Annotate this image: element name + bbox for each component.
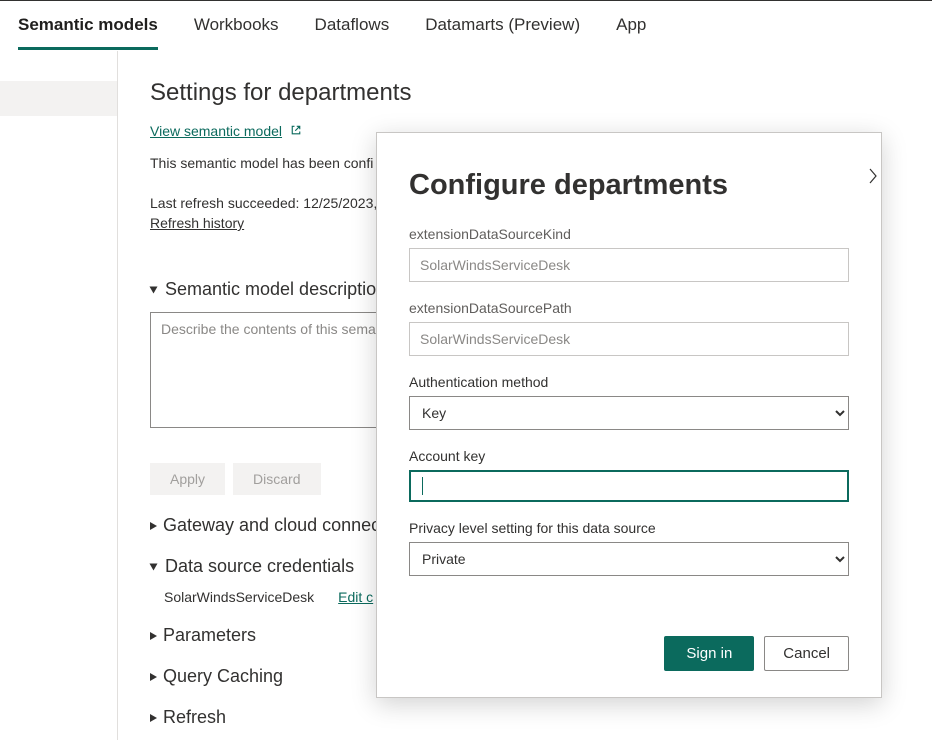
edit-credentials-link[interactable]: Edit c [338, 589, 373, 605]
refresh-history-link[interactable]: Refresh history [150, 215, 244, 231]
apply-button[interactable]: Apply [150, 463, 225, 495]
section-refresh-header[interactable]: Refresh [150, 707, 932, 728]
text-cursor [422, 477, 423, 495]
tab-dataflows[interactable]: Dataflows [315, 15, 390, 50]
ext-path-input[interactable] [409, 322, 849, 356]
section-credentials-label: Data source credentials [165, 556, 354, 577]
section-query-caching-label: Query Caching [163, 666, 283, 687]
chevron-down-icon [150, 286, 158, 293]
tab-semantic-models[interactable]: Semantic models [18, 15, 158, 50]
chevron-right-icon [150, 522, 157, 530]
privacy-level-select[interactable]: Private [409, 542, 849, 576]
tab-app[interactable]: App [616, 15, 646, 50]
privacy-level-label: Privacy level setting for this data sour… [409, 520, 849, 536]
chevron-right-icon [150, 632, 157, 640]
dialog-title: Configure departments [409, 169, 849, 202]
section-gateway-label: Gateway and cloud connec [163, 515, 380, 536]
workspace-tabs: Semantic models Workbooks Dataflows Data… [0, 1, 932, 51]
account-key-label: Account key [409, 448, 849, 464]
page-title: Settings for departments [150, 79, 932, 107]
section-description-label: Semantic model descriptio [165, 279, 376, 300]
chevron-right-icon [150, 673, 157, 681]
account-key-input[interactable] [409, 470, 849, 502]
close-icon[interactable] [861, 165, 885, 191]
view-semantic-model-link[interactable]: View semantic model [150, 123, 282, 139]
configure-credentials-dialog: Configure departments extensionDataSourc… [376, 132, 882, 698]
chevron-down-icon [150, 563, 158, 570]
external-link-icon [290, 123, 302, 139]
sign-in-button[interactable]: Sign in [664, 636, 754, 671]
ext-kind-input[interactable] [409, 248, 849, 282]
auth-method-select[interactable]: Key [409, 396, 849, 430]
datasource-name: SolarWindsServiceDesk [164, 589, 314, 605]
section-refresh-label: Refresh [163, 707, 226, 728]
chevron-right-icon [150, 714, 157, 722]
tab-workbooks[interactable]: Workbooks [194, 15, 279, 50]
auth-method-label: Authentication method [409, 374, 849, 390]
tab-datamarts[interactable]: Datamarts (Preview) [425, 15, 580, 50]
section-parameters-label: Parameters [163, 625, 256, 646]
discard-button[interactable]: Discard [233, 463, 320, 495]
left-sidebar-item[interactable] [0, 81, 118, 116]
ext-path-label: extensionDataSourcePath [409, 300, 849, 316]
cancel-button[interactable]: Cancel [764, 636, 849, 671]
ext-kind-label: extensionDataSourceKind [409, 226, 849, 242]
